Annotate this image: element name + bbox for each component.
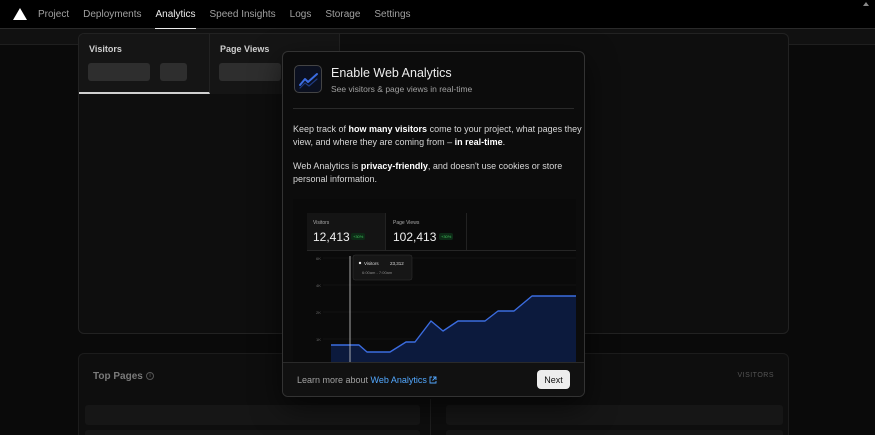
y-tick-6k: 6K [316, 256, 321, 261]
external-link-icon[interactable] [429, 376, 437, 384]
page-views-skeleton [219, 63, 281, 81]
privacy-paragraph: Web Analytics is privacy-friendly, and d… [293, 161, 563, 184]
info-icon[interactable]: i [146, 372, 154, 380]
panel-divider [430, 399, 431, 435]
modal-title: Enable Web Analytics [331, 66, 452, 80]
top-pages-title: Top Pages [93, 371, 143, 382]
top-pages-row-skeleton [85, 405, 420, 425]
analytics-preview-image: Visitors 12,413 +30% Page Views 102,413 … [293, 199, 576, 364]
preview-line-chart: 6K 4K 2K 1K Visitors 23,312 6:00am - 7:0… [316, 254, 576, 364]
preview-page-views-label: Page Views [393, 220, 420, 226]
nav-item-logs[interactable]: Logs [290, 0, 312, 29]
nav-item-storage[interactable]: Storage [325, 0, 360, 29]
tooltip-time: 6:00am - 7:00am [362, 270, 393, 275]
preview-page-views-badge: +30% [439, 233, 454, 240]
description-paragraph: Keep track of how many visitors come to … [293, 124, 582, 147]
scroll-up-arrow-icon[interactable] [863, 2, 869, 6]
web-analytics-link[interactable]: Web Analytics [371, 375, 427, 385]
preview-page-views-tab: Page Views 102,413 +30% [387, 213, 467, 250]
top-nav: Project Deployments Analytics Speed Insi… [0, 0, 875, 30]
visitors-column-header: VISITORS [737, 372, 774, 379]
nav-item-analytics[interactable]: Analytics [155, 0, 196, 30]
tooltip-value: 23,312 [390, 261, 404, 266]
top-referrers-row-skeleton [446, 430, 783, 435]
preview-visitors-label: Visitors [313, 220, 330, 226]
visitors-badge-skeleton [160, 63, 187, 81]
analytics-chart-icon [294, 65, 322, 93]
learn-more-text: Learn more about Web Analytics [297, 375, 437, 385]
nav-item-speed-insights[interactable]: Speed Insights [210, 0, 276, 29]
nav-item-deployments[interactable]: Deployments [83, 0, 141, 29]
tooltip-label: Visitors [364, 261, 379, 266]
modal-footer: Learn more about Web Analytics Next [283, 362, 584, 396]
nav-item-project[interactable]: Project [38, 0, 69, 29]
next-button[interactable]: Next [537, 370, 570, 389]
preview-visitors-badge: +30% [351, 233, 366, 240]
y-tick-2k: 2K [316, 310, 321, 315]
preview-visitors-value: 12,413 [313, 230, 350, 244]
tab-visitors[interactable]: Visitors [79, 34, 210, 94]
tab-visitors-label: Visitors [89, 44, 122, 54]
top-pages-row-skeleton [85, 430, 420, 435]
modal-separator [293, 108, 574, 109]
preview-visitors-tab: Visitors 12,413 +30% [307, 213, 386, 250]
vercel-logo-icon[interactable] [13, 8, 27, 20]
nav-item-settings[interactable]: Settings [374, 0, 410, 29]
enable-web-analytics-modal: Enable Web Analytics See visitors & page… [282, 51, 585, 397]
top-referrers-row-skeleton [446, 405, 783, 425]
preview-page-views-value: 102,413 [393, 230, 437, 244]
modal-subtitle: See visitors & page views in real-time [331, 84, 473, 94]
y-tick-4k: 4K [316, 283, 321, 288]
visitors-skeleton [88, 63, 150, 81]
y-tick-1k: 1K [316, 337, 321, 342]
